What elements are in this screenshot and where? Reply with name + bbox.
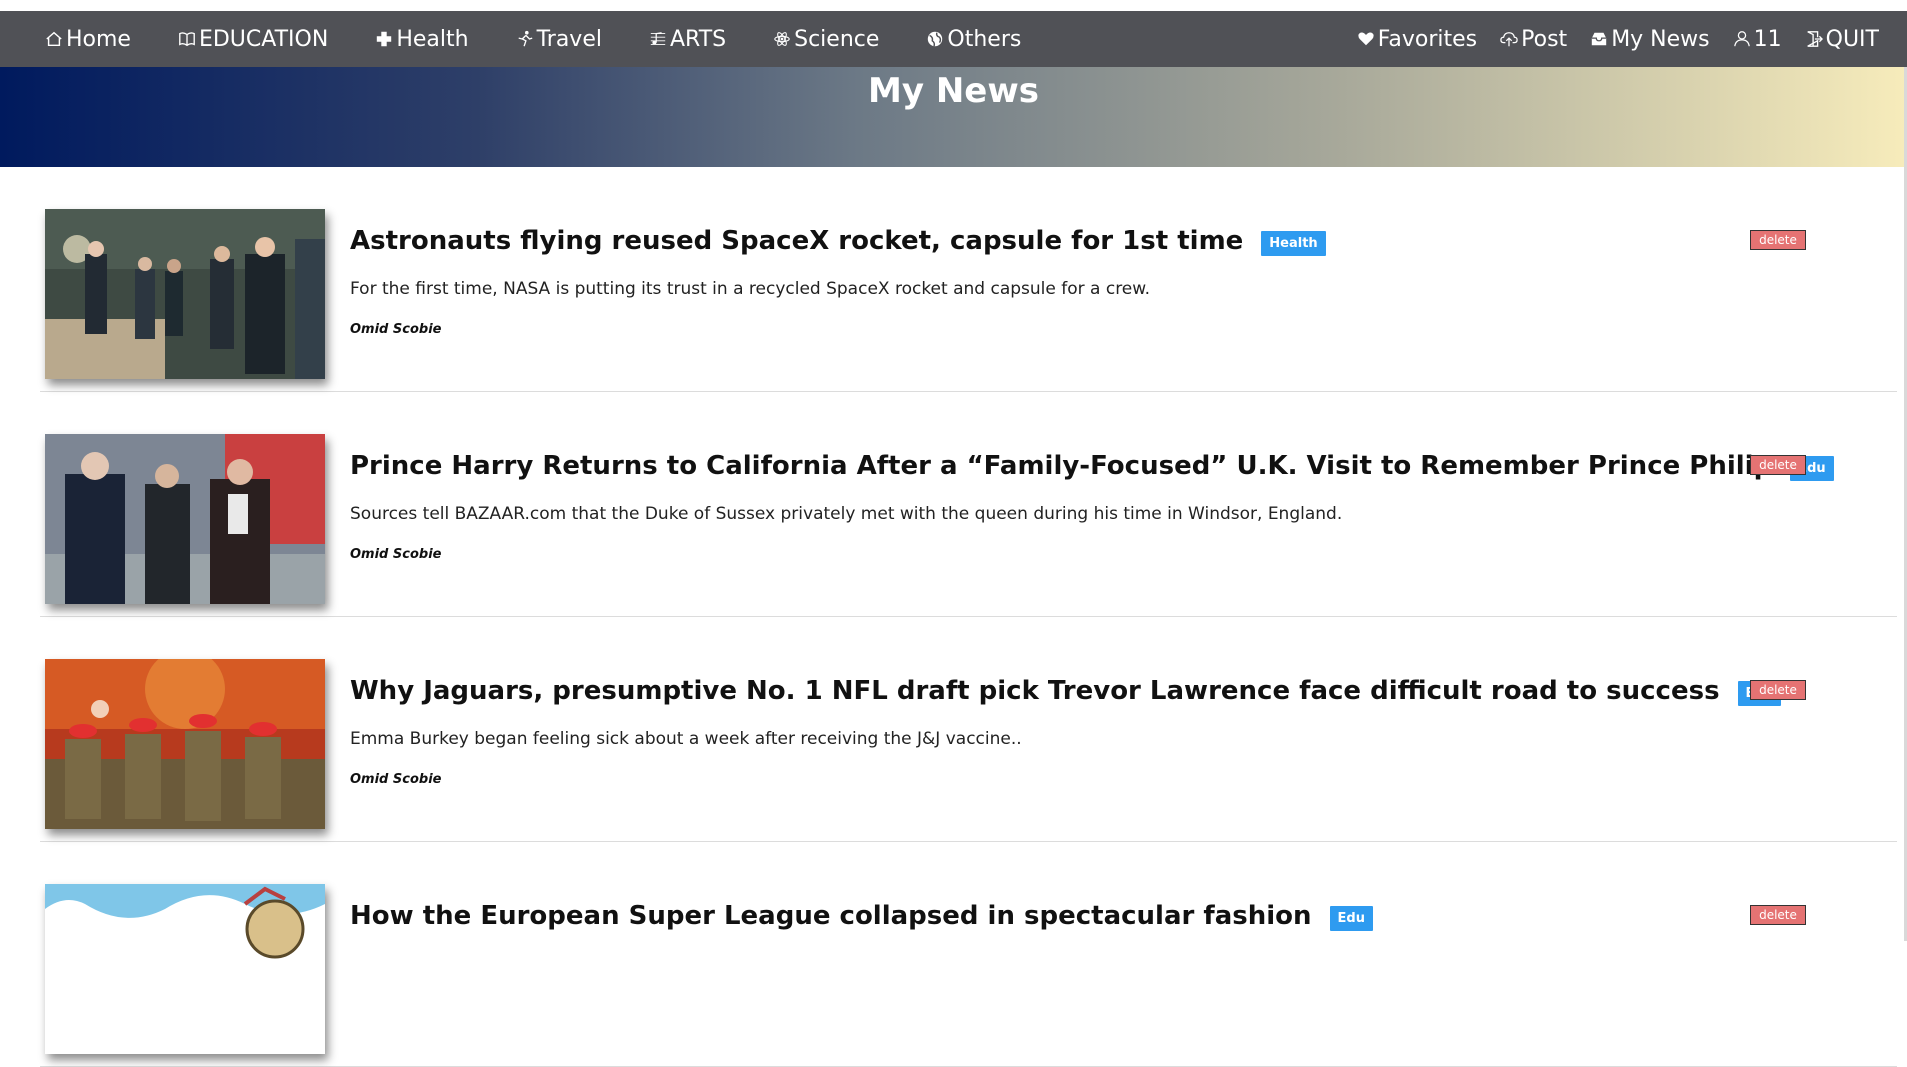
news-author: Omid Scobie — [350, 772, 442, 787]
nav-quit-label: QUIT — [1825, 26, 1879, 52]
nav-user[interactable]: 11 — [1732, 27, 1782, 52]
news-list: Astronauts flying reused SpaceX rocket, … — [40, 167, 1897, 1067]
nav-favorites[interactable]: Favorites — [1356, 27, 1477, 52]
news-title-row: Prince Harry Returns to California After… — [350, 450, 1834, 481]
delete-button[interactable]: delete — [1750, 905, 1806, 925]
news-title[interactable]: Astronauts flying reused SpaceX rocket, … — [350, 226, 1243, 256]
news-author: Omid Scobie — [350, 547, 442, 562]
user-icon — [1732, 29, 1752, 49]
news-title-row: How the European Super League collapsed … — [350, 900, 1373, 931]
runner-icon — [515, 29, 535, 49]
heart-icon — [1356, 29, 1376, 49]
plus-icon — [374, 29, 394, 49]
nav-others[interactable]: Others — [925, 27, 1021, 52]
delete-button[interactable]: delete — [1750, 680, 1806, 700]
news-title-row: Astronauts flying reused SpaceX rocket, … — [350, 225, 1326, 256]
delete-button[interactable]: delete — [1750, 455, 1806, 475]
news-title[interactable]: Why Jaguars, presumptive No. 1 NFL draft… — [350, 676, 1720, 706]
nav-science[interactable]: Science — [772, 27, 879, 52]
atom-icon — [772, 29, 792, 49]
nav-quit[interactable]: QUIT — [1804, 27, 1879, 52]
nav-favorites-label: Favorites — [1377, 26, 1478, 52]
nav-my-news-label: My News — [1611, 26, 1710, 52]
news-thumbnail[interactable] — [45, 434, 325, 604]
nav-health[interactable]: Health — [374, 26, 469, 52]
news-thumbnail[interactable] — [45, 209, 325, 379]
news-item: How the European Super League collapsed … — [40, 842, 1897, 1067]
category-badge[interactable]: Health — [1261, 231, 1326, 256]
news-item: Why Jaguars, presumptive No. 1 NFL draft… — [40, 617, 1897, 842]
window-top-edge — [0, 0, 1907, 11]
news-thumbnail[interactable] — [45, 659, 325, 829]
news-thumbnail[interactable] — [45, 884, 325, 1054]
nav-left: Home EDUCATION Health Travel ARTS Scienc… — [44, 27, 1067, 52]
news-title-row: Why Jaguars, presumptive No. 1 NFL draft… — [350, 675, 1781, 706]
upload-cloud-icon — [1499, 29, 1519, 49]
nav-user-label: 11 — [1753, 26, 1782, 52]
nav-arts[interactable]: ARTS — [648, 27, 726, 52]
nav-home[interactable]: Home — [44, 27, 131, 52]
category-badge[interactable]: Edu — [1329, 906, 1373, 931]
news-title[interactable]: Prince Harry Returns to California After… — [350, 451, 1772, 481]
nav-home-label: Home — [66, 26, 131, 52]
globe-icon — [925, 29, 945, 49]
nav-post-label: Post — [1521, 26, 1568, 52]
news-description: For the first time, NASA is putting its … — [350, 279, 1151, 299]
page-title: My News — [868, 71, 1039, 111]
book-icon — [177, 29, 197, 49]
nav-post[interactable]: Post — [1499, 27, 1567, 52]
news-description: Emma Burkey began feeling sick about a w… — [350, 729, 1022, 749]
nav-health-label: Health — [396, 26, 469, 52]
nav-travel[interactable]: Travel — [515, 27, 602, 52]
news-item: Astronauts flying reused SpaceX rocket, … — [40, 167, 1897, 392]
nav-education[interactable]: EDUCATION — [177, 27, 328, 52]
exit-icon — [1804, 29, 1824, 49]
news-item: Prince Harry Returns to California After… — [40, 392, 1897, 617]
nav-my-news[interactable]: My News — [1589, 26, 1710, 52]
music-icon — [648, 29, 668, 49]
news-title[interactable]: How the European Super League collapsed … — [350, 901, 1312, 931]
page-banner: My News — [0, 67, 1907, 167]
nav-arts-label: ARTS — [669, 26, 727, 52]
nav-others-label: Others — [947, 26, 1022, 52]
delete-button[interactable]: delete — [1750, 230, 1806, 250]
nav-science-label: Science — [794, 26, 880, 52]
nav-right: Favorites Post My News 11 QUIT — [1334, 27, 1879, 52]
home-icon — [44, 29, 64, 49]
nav-travel-label: Travel — [536, 26, 602, 52]
inbox-icon — [1589, 29, 1609, 49]
nav-education-label: EDUCATION — [198, 26, 329, 52]
main-nav: Home EDUCATION Health Travel ARTS Scienc… — [0, 11, 1907, 67]
news-description: Sources tell BAZAAR.com that the Duke of… — [350, 504, 1343, 524]
news-author: Omid Scobie — [350, 322, 442, 337]
